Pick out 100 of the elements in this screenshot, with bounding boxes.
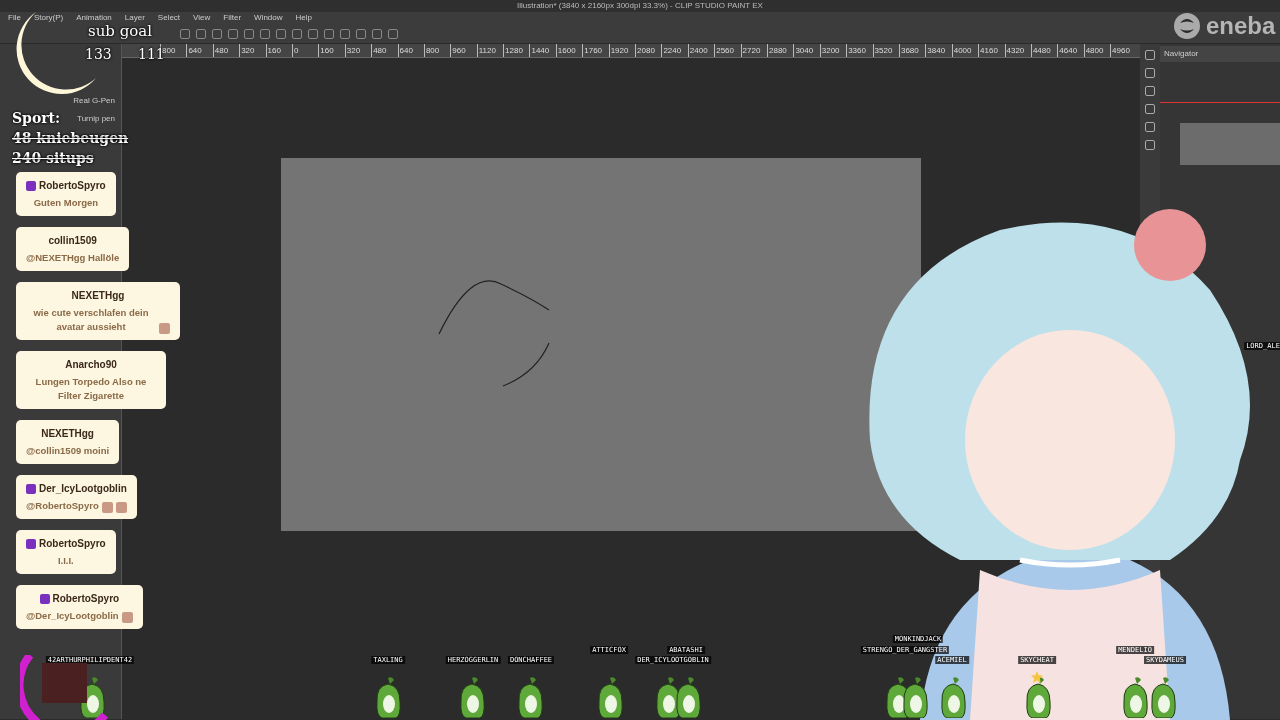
emote-icon	[101, 502, 113, 513]
chat-text: Guten Morgen	[33, 196, 99, 210]
panel-tab[interactable]: Navigator	[1160, 46, 1280, 62]
menu-item[interactable]: Select	[149, 12, 186, 24]
ruler-label: 1760	[582, 44, 609, 57]
ruler-label: 1600	[555, 44, 583, 57]
ruler-label: 0	[291, 44, 319, 57]
ruler-label: 4160	[978, 44, 1005, 57]
chat-text: @RobertoSpyro	[26, 499, 99, 513]
ruler-label: 2080	[635, 44, 662, 57]
chat-text: @Der_IcyLootgoblin	[26, 609, 119, 623]
toolbar-button[interactable]	[292, 28, 302, 39]
window-title: Illustration* (3840 x 2160px 300dpi 33.3%) - CLIP STUDIO PAINT EX	[0, 0, 1280, 12]
chat-text: @NEXETHgg Hallöle	[26, 251, 120, 265]
chat-username: RobertoSpyro	[52, 592, 120, 606]
ruler-label: 800	[160, 44, 187, 57]
menu-item[interactable]: Help	[287, 12, 317, 24]
chat-text: wie cute verschlafen dein avatar aussieht	[32, 306, 150, 334]
toolbar-button[interactable]	[276, 28, 286, 39]
menu-item[interactable]: File	[0, 12, 26, 24]
toolbar-button[interactable]	[180, 28, 190, 39]
sport-title: Sport:	[12, 109, 61, 128]
star-icon	[1031, 670, 1043, 683]
chat-username: RobertoSpyro	[39, 179, 106, 193]
chat-text: Lungen Torpedo Also ne Filter Zigarette	[34, 375, 148, 403]
ruler-label: 3680	[898, 44, 926, 57]
toolbar-button[interactable]	[372, 28, 382, 39]
toolbar-button[interactable]	[340, 28, 350, 39]
sub-tool-item[interactable]: Real G-Pen	[73, 92, 121, 110]
ruler-label: 1920	[608, 44, 636, 57]
creature-icon	[374, 676, 402, 718]
emote-icon	[121, 612, 133, 623]
sub-goal-current: 133	[85, 45, 112, 64]
emote-icon	[115, 502, 127, 513]
toolbar-button[interactable]	[228, 28, 238, 39]
ruler-label: 4800	[1083, 44, 1111, 57]
chat-username: collin1509	[48, 234, 97, 248]
chat-text: @collin1509 moini	[26, 444, 110, 458]
ruler-label: 1280	[503, 44, 530, 57]
ruler-label: 2560	[714, 44, 741, 57]
creature-icon	[1024, 676, 1052, 718]
ruler-label: 4000	[951, 44, 979, 57]
menu-item[interactable]: Animation	[68, 12, 117, 24]
chat-username: Anarcho90	[65, 358, 117, 372]
toolbar-button[interactable]	[244, 28, 254, 39]
creature-icon	[1121, 676, 1149, 718]
toolbar-button[interactable]	[356, 28, 366, 39]
ruler-label: 480	[212, 44, 240, 57]
creature-icon	[458, 676, 486, 718]
ruler-label: 3200	[819, 44, 847, 57]
ruler-label: 2400	[687, 44, 715, 57]
toolbar-button[interactable]	[260, 28, 270, 39]
ruler-label: 640	[186, 44, 213, 57]
ruler-label: 4640	[1057, 44, 1084, 57]
chat-username: Der_IcyLootgoblin	[39, 482, 127, 496]
pen-stroke	[502, 342, 550, 387]
sub-tool-item[interactable]: Turnip pen	[77, 110, 121, 128]
toolbar-button[interactable]	[308, 28, 318, 39]
toolbar-button[interactable]	[388, 28, 398, 39]
menu-item[interactable]: Layer	[116, 12, 150, 24]
ruler-label: 160	[265, 44, 292, 57]
creature-icon	[939, 676, 967, 718]
toolbar-button[interactable]	[212, 28, 222, 39]
ruler-label: 320	[239, 44, 266, 57]
creature-icon	[901, 676, 929, 718]
ruler-label: 480	[371, 44, 398, 57]
sport-goal: 240 situps	[12, 149, 94, 168]
ruler-label: 640	[397, 44, 424, 57]
creature-icon	[1149, 676, 1177, 718]
menu-item[interactable]: Window	[246, 12, 288, 24]
sport-goal: 48 kniebeugen	[12, 129, 129, 148]
ruler-label: 1120	[476, 44, 504, 57]
menu-item[interactable]: View	[185, 12, 216, 24]
ruler-label: 3520	[872, 44, 899, 57]
chat-username: NEXETHgg	[41, 427, 94, 441]
toolbar-button[interactable]	[324, 28, 334, 39]
chat-text: I.I.I.	[57, 554, 74, 568]
sub-goal-label: sub goal	[88, 22, 153, 42]
toolbar-button[interactable]	[196, 28, 206, 39]
creature-icon	[674, 676, 702, 718]
emote-icon	[159, 323, 170, 334]
ruler-label: 3360	[846, 44, 873, 57]
ruler-label: 800	[423, 44, 451, 57]
menu-item[interactable]: Filter	[215, 12, 247, 24]
ruler-label: 4960	[1110, 44, 1137, 57]
creature-icon	[516, 676, 544, 718]
chat-username: RobertoSpyro	[39, 537, 106, 551]
ruler-label: 2880	[767, 44, 794, 57]
chat-username: NEXETHgg	[71, 289, 125, 303]
ruler-label: 4480	[1030, 44, 1058, 57]
creature-icon	[596, 676, 624, 718]
menu-item[interactable]: Story(P)	[25, 12, 69, 24]
ruler-label: 160	[318, 44, 345, 57]
ruler-label: 2240	[661, 44, 688, 57]
ruler-label: 320	[344, 44, 372, 57]
ruler-label: 1440	[529, 44, 556, 57]
ruler-label: 960	[450, 44, 477, 57]
ruler-label: 2720	[740, 44, 767, 57]
ruler-label: 3040	[793, 44, 820, 57]
sponsor-logo-text: eneba	[1206, 11, 1276, 41]
